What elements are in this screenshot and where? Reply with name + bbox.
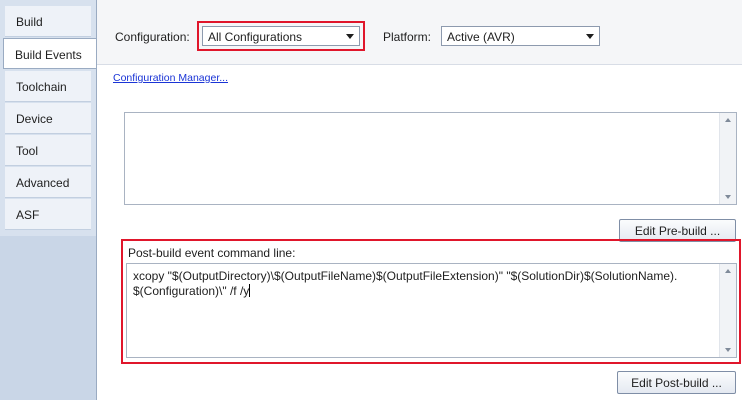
- chevron-down-icon: [586, 34, 594, 39]
- platform-dropdown[interactable]: Active (AVR): [441, 26, 600, 46]
- configuration-manager-link[interactable]: Configuration Manager...: [113, 72, 228, 84]
- scroll-up-icon[interactable]: [725, 118, 731, 122]
- platform-value: Active (AVR): [447, 30, 515, 44]
- configuration-label: Configuration:: [115, 30, 190, 44]
- tab-asf[interactable]: ASF: [5, 199, 91, 230]
- tab-advanced-label: Advanced: [16, 176, 70, 190]
- tab-build-label: Build: [16, 15, 43, 29]
- tab-device[interactable]: Device: [5, 103, 91, 134]
- tab-device-label: Device: [16, 112, 53, 126]
- tab-toolchain[interactable]: Toolchain: [5, 71, 91, 102]
- tab-toolchain-label: Toolchain: [16, 80, 67, 94]
- tab-build[interactable]: Build: [5, 6, 91, 37]
- sidebar-tabs: Build Build Events Toolchain Device Tool…: [0, 0, 96, 400]
- configuration-highlight: [197, 21, 365, 51]
- scroll-down-icon[interactable]: [725, 348, 731, 352]
- sidebar-background: [0, 236, 96, 400]
- tab-tool-label: Tool: [16, 144, 39, 158]
- pre-build-command-field[interactable]: [124, 112, 737, 205]
- post-build-scrollbar[interactable]: [719, 264, 736, 357]
- pre-build-scrollbar[interactable]: [719, 113, 736, 204]
- scroll-down-icon[interactable]: [725, 195, 731, 199]
- post-build-label: Post-build event command line:: [128, 246, 296, 260]
- tab-advanced[interactable]: Advanced: [5, 167, 91, 198]
- tab-build-events-label: Build Events: [15, 48, 82, 62]
- tab-asf-label: ASF: [16, 208, 40, 222]
- scroll-up-icon[interactable]: [725, 269, 731, 273]
- platform-label: Platform:: [383, 30, 432, 44]
- tab-tool[interactable]: Tool: [5, 135, 91, 166]
- text-caret: [249, 284, 251, 297]
- post-build-command-field[interactable]: xcopy "$(OutputDirectory)\$(OutputFileNa…: [126, 263, 737, 358]
- edit-post-build-button[interactable]: Edit Post-build ...: [617, 371, 736, 394]
- post-build-command-text: xcopy "$(OutputDirectory)\$(OutputFileNa…: [133, 269, 678, 298]
- tab-build-events[interactable]: Build Events: [3, 38, 96, 69]
